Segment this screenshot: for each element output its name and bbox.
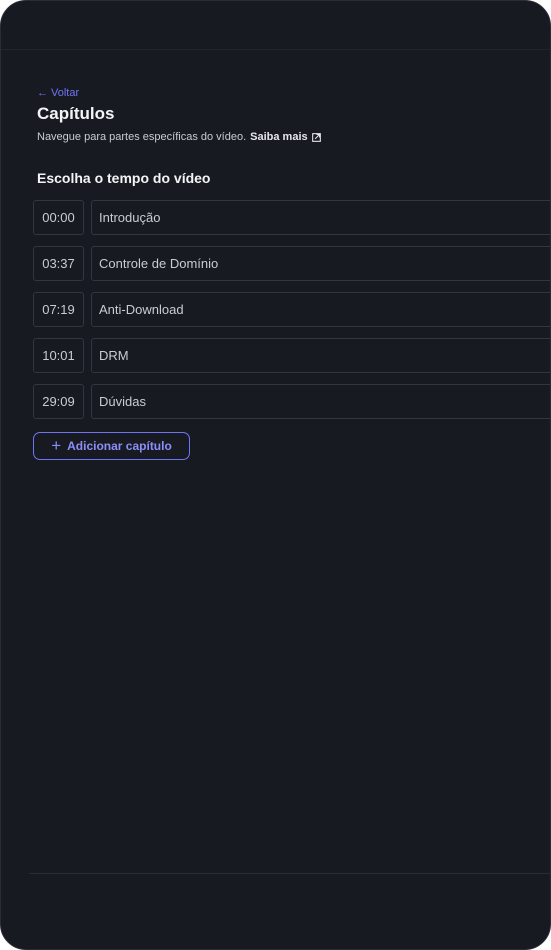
learn-more-label: Saiba mais: [250, 131, 308, 143]
chapter-list: 00:00 Introdução 03:37 Controle de Domín…: [33, 200, 550, 430]
learn-more-link[interactable]: Saiba mais: [250, 131, 321, 143]
chapter-row: 29:09 Dúvidas: [33, 384, 550, 419]
chapter-time-input[interactable]: 00:00: [33, 200, 84, 235]
chapter-row: 07:19 Anti-Download: [33, 292, 550, 327]
chapter-title-input[interactable]: Dúvidas: [91, 384, 550, 419]
chapter-row: 10:01 DRM: [33, 338, 550, 373]
app-frame: ← Voltar Capítulos Navegue para partes e…: [0, 0, 551, 950]
back-link[interactable]: ← Voltar: [37, 87, 79, 99]
footer-divider: [29, 873, 550, 874]
plus-icon: +: [51, 435, 62, 455]
subtitle-text: Navegue para partes específicas do vídeo…: [37, 131, 247, 143]
back-label: Voltar: [51, 87, 80, 99]
page-subtitle: Navegue para partes específicas do vídeo…: [37, 131, 321, 143]
add-chapter-button[interactable]: + Adicionar capítulo: [33, 432, 190, 460]
chapter-title-input[interactable]: DRM: [91, 338, 550, 373]
chapter-time-input[interactable]: 07:19: [33, 292, 84, 327]
chapter-row: 00:00 Introdução: [33, 200, 550, 235]
add-chapter-label: Adicionar capítulo: [67, 439, 172, 453]
header-divider: [1, 49, 550, 50]
arrow-left-icon: ←: [37, 86, 48, 99]
chapter-time-input[interactable]: 03:37: [33, 246, 84, 281]
section-title: Escolha o tempo do vídeo: [37, 170, 211, 186]
page-title: Capítulos: [37, 104, 115, 123]
chapter-row: 03:37 Controle de Domínio: [33, 246, 550, 281]
chapter-time-input[interactable]: 10:01: [33, 338, 84, 373]
chapter-title-input[interactable]: Anti-Download: [91, 292, 550, 327]
chapter-title-input[interactable]: Introdução: [91, 200, 550, 235]
chapter-title-input[interactable]: Controle de Domínio: [91, 246, 550, 281]
chapter-time-input[interactable]: 29:09: [33, 384, 84, 419]
external-link-icon: [311, 132, 321, 142]
